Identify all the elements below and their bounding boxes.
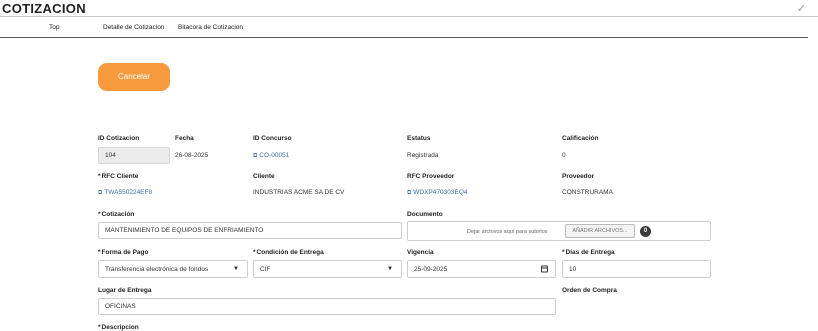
dias-entrega-input[interactable]: 10 [562, 260, 711, 278]
add-files-button[interactable]: AÑADIR ARCHIVOS... [565, 224, 635, 238]
tab-top[interactable]: Top [49, 24, 59, 31]
condicion-entrega-value: CIF [260, 265, 271, 273]
calendar-icon[interactable] [541, 265, 548, 273]
chevron-down-icon: ▼ [387, 266, 393, 272]
cotizacion-label-text: Cotización [101, 211, 135, 218]
page-title: COTIZACION [2, 1, 86, 16]
rfc-cliente-label: *RFC Cliente [98, 173, 138, 180]
rfc-proveedor-label: RFC Proveedor [407, 173, 455, 180]
vigencia-date-input[interactable]: 25-09-2025 [407, 260, 556, 278]
id-cotizacion-field: 104 [98, 147, 170, 164]
required-mark: * [98, 173, 101, 180]
cliente-label: Cliente [253, 173, 275, 180]
estatus-label: Estatus [407, 135, 431, 142]
file-count-badge: 0 [640, 226, 651, 237]
cotizacion-value: MANTENIMIENTO DE EQUIPOS DE ENFRIAMIENTO [105, 227, 264, 234]
id-cotizacion-label: ID Cotizacion [98, 135, 140, 142]
estatus-value: Registrada [407, 152, 439, 159]
dropzone-hint: Dejar archivos aquí para subirlos [467, 229, 548, 235]
rfc-proveedor-value: WDXP470303EQ4 [413, 189, 468, 196]
chevron-down-icon: ▼ [233, 266, 239, 272]
id-concurso-label: ID Concurso [253, 135, 292, 142]
fecha-label: Fecha [175, 135, 194, 142]
forma-pago-label: *Forma de Pago [98, 249, 149, 256]
id-cotizacion-value: 104 [105, 152, 116, 159]
rfc-cliente-link[interactable]: ⧉ TWA550224EF8 [98, 189, 152, 197]
required-mark: * [98, 211, 101, 218]
external-link-icon: ⧉ [98, 190, 103, 196]
required-mark: * [98, 249, 101, 256]
condicion-entrega-label-text: Condición de Entrega [256, 249, 324, 256]
required-mark: * [98, 324, 101, 331]
documento-label: Documento [407, 211, 443, 218]
required-mark: * [562, 249, 565, 256]
check-icon[interactable]: ✓ [797, 2, 806, 15]
external-link-icon: ⧉ [407, 190, 412, 196]
id-concurso-value: CO-00051 [259, 152, 290, 159]
vigencia-label: Vigencia [407, 249, 434, 256]
required-mark: * [253, 249, 256, 256]
condicion-entrega-select[interactable]: CIF ▼ [253, 260, 402, 278]
rfc-cliente-label-text: RFC Cliente [101, 173, 139, 180]
id-concurso-link[interactable]: ⧉ CO-00051 [253, 152, 289, 160]
vigencia-value: 25-09-2025 [414, 265, 448, 273]
external-link-icon: ⧉ [253, 153, 258, 159]
dias-entrega-label: *Días de Entrega [562, 249, 615, 256]
forma-pago-select[interactable]: Transferencia electrónica de fondos ▼ [98, 260, 248, 278]
lugar-entrega-value: OFICINAS [105, 303, 136, 310]
lugar-entrega-label: Lugar de Entrega [98, 287, 152, 294]
orden-compra-label: Orden de Compra [562, 287, 617, 294]
rfc-proveedor-link[interactable]: ⧉ WDXP470303EQ4 [407, 189, 468, 197]
condicion-entrega-label: *Condición de Entrega [253, 249, 324, 256]
cliente-value: INDUSTRIAS ACME SA DE CV [253, 189, 345, 196]
cancel-button[interactable]: Cancelar [98, 63, 170, 91]
calificacion-value: 0 [562, 152, 566, 159]
dias-entrega-value: 10 [569, 265, 577, 273]
cotizacion-input[interactable]: MANTENIMIENTO DE EQUIPOS DE ENFRIAMIENTO [98, 222, 402, 239]
tabs-divider [0, 37, 808, 38]
tab-bitacora-cotizacion[interactable]: Bitacora de Cotizacion [178, 24, 243, 31]
dias-entrega-label-text: Días de Entrega [565, 249, 615, 256]
header-divider [0, 16, 818, 17]
proveedor-label: Proveedor [562, 173, 595, 180]
calificacion-label: Calificación [562, 135, 599, 142]
document-dropzone[interactable] [407, 221, 711, 241]
forma-pago-value: Transferencia electrónica de fondos [105, 265, 209, 273]
rfc-cliente-value: TWA550224EF8 [104, 189, 153, 196]
cotizacion-label: *Cotización [98, 211, 134, 218]
lugar-entrega-input[interactable]: OFICINAS [98, 298, 556, 315]
descripcion-label: *Descripcion [98, 324, 139, 331]
proveedor-value: CONSTRURAMA [562, 189, 613, 196]
forma-pago-label-text: Forma de Pago [101, 249, 149, 256]
fecha-value: 26-08-2025 [175, 152, 209, 159]
tab-detalle-cotizacion[interactable]: Detalle de Cotizacion [103, 24, 164, 31]
descripcion-label-text: Descripcion [101, 324, 139, 331]
